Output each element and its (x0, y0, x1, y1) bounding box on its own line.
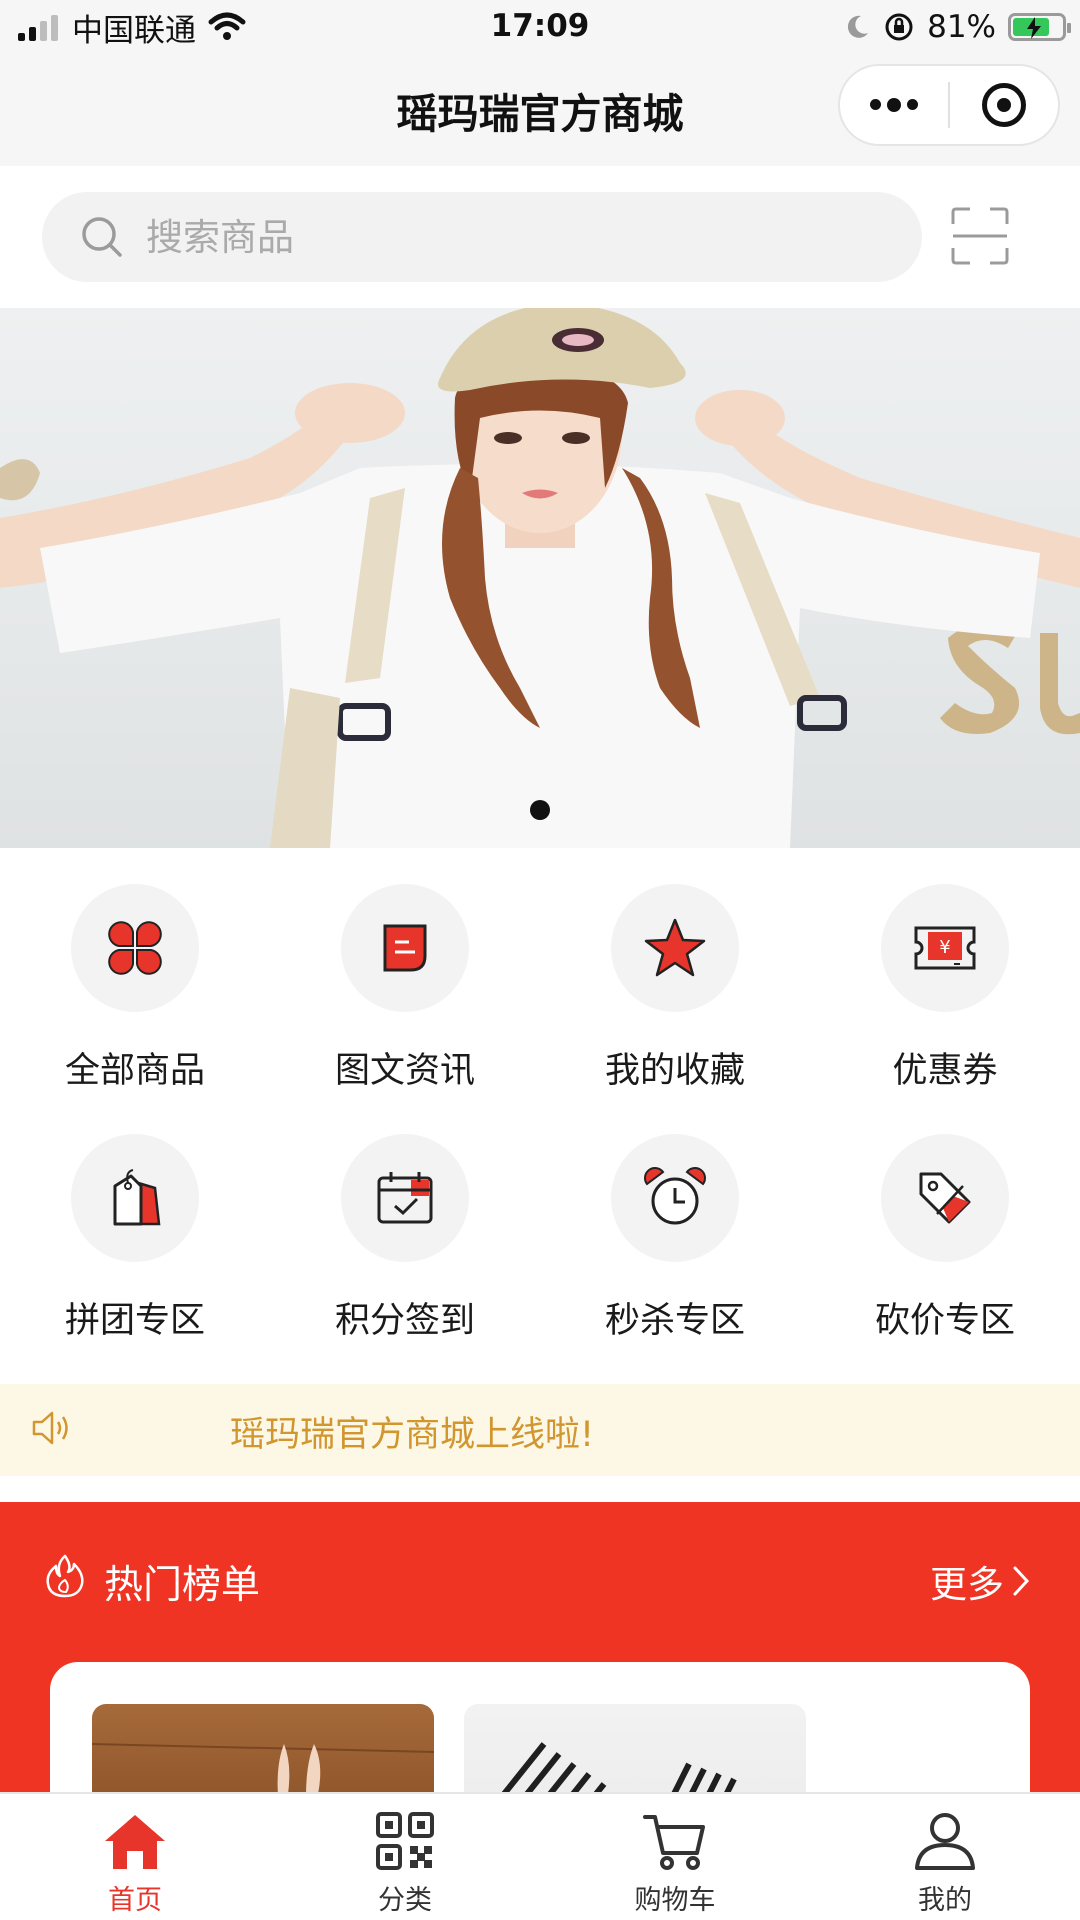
moon-icon (848, 15, 869, 38)
grid-item-coupon[interactable]: ¥ 优惠券 (810, 848, 1080, 1098)
search-input[interactable] (146, 215, 746, 259)
home-icon (102, 1808, 168, 1874)
all-products-icon (71, 884, 199, 1012)
battery-icon (1008, 13, 1071, 41)
notice-text: 瑶玛瑞官方商城上线啦! (230, 1415, 595, 1455)
nav-bar: 瑶玛瑞官方商城 (0, 54, 1080, 166)
cart-icon (642, 1808, 708, 1874)
tab-label: 分类 (378, 1885, 432, 1916)
notice-bar[interactable]: 瑶玛瑞官方商城上线啦! (0, 1384, 1080, 1476)
scan-icon[interactable] (950, 206, 1010, 266)
grid-item-label: 图文资讯 (334, 1051, 475, 1091)
chevron-right-icon (1013, 1566, 1030, 1596)
coupon-icon: ¥ (881, 884, 1009, 1012)
banner-carousel[interactable] (0, 308, 1080, 848)
grid-item-all-products[interactable]: 全部商品 (0, 848, 270, 1098)
news-icon (341, 884, 469, 1012)
hot-list-title: 热门榜单 (104, 1563, 261, 1608)
tab-label: 购物车 (634, 1885, 716, 1916)
grid-item-label: 积分签到 (334, 1301, 475, 1341)
calendar-checkin-icon (341, 1134, 469, 1262)
miniprogram-capsule (838, 64, 1060, 146)
svg-text:¥: ¥ (939, 937, 950, 958)
tab-category[interactable]: 分类 (270, 1794, 540, 1920)
grid-item-label: 优惠券 (892, 1051, 998, 1091)
star-icon (611, 884, 739, 1012)
battery-percent: 81% (927, 9, 996, 45)
hot-list-more-link[interactable]: 更多 (930, 1554, 1030, 1608)
carousel-indicator-dot[interactable] (530, 800, 550, 820)
more-dots-icon (870, 97, 918, 112)
tab-cart[interactable]: 购物车 (540, 1794, 810, 1920)
tab-label: 我的 (918, 1885, 972, 1916)
tab-label: 首页 (108, 1885, 162, 1916)
flame-icon (46, 1554, 84, 1598)
grid-item-group-buy[interactable]: 拼团专区 (0, 1098, 270, 1348)
feature-grid: 全部商品 图文资讯 我的收藏 ¥ 优惠券 拼团专区 积分签到 秒杀专区 砍价专区 (0, 848, 1080, 1384)
rotation-lock-icon (885, 13, 913, 41)
grid-item-bargain[interactable]: 砍价专区 (810, 1098, 1080, 1348)
grid-item-news[interactable]: 图文资讯 (270, 848, 540, 1098)
group-buy-icon (71, 1134, 199, 1262)
grid-item-label: 秒杀专区 (604, 1301, 745, 1341)
grid-item-label: 全部商品 (64, 1051, 205, 1091)
grid-item-checkin[interactable]: 积分签到 (270, 1098, 540, 1348)
speaker-icon (32, 1411, 68, 1445)
more-button[interactable] (840, 66, 948, 144)
grid-item-label: 砍价专区 (874, 1301, 1015, 1341)
grid-item-favorites[interactable]: 我的收藏 (540, 848, 810, 1098)
more-label: 更多 (930, 1563, 1004, 1606)
search-icon (82, 217, 122, 257)
status-right: 81% (843, 8, 1071, 46)
qrcode-grid-icon (372, 1808, 438, 1874)
search-bar[interactable] (42, 192, 922, 282)
grid-item-label: 我的收藏 (604, 1051, 745, 1091)
alarm-clock-icon (611, 1134, 739, 1262)
grid-item-flash-sale[interactable]: 秒杀专区 (540, 1098, 810, 1348)
target-icon (982, 83, 1026, 127)
grid-item-label: 拼团专区 (64, 1301, 205, 1341)
close-miniprogram-button[interactable] (950, 66, 1058, 144)
user-icon (912, 1808, 978, 1874)
tab-bar: 首页 分类 购物车 我的 (0, 1792, 1080, 1920)
banner-image (0, 308, 1080, 848)
tab-home[interactable]: 首页 (0, 1794, 270, 1920)
price-tag-icon (881, 1134, 1009, 1262)
search-row (0, 166, 1080, 308)
status-bar: 中国联通 17:09 81% (0, 0, 1080, 54)
hot-list-section: 热门榜单 更多 (0, 1502, 1080, 1920)
tab-profile[interactable]: 我的 (810, 1794, 1080, 1920)
